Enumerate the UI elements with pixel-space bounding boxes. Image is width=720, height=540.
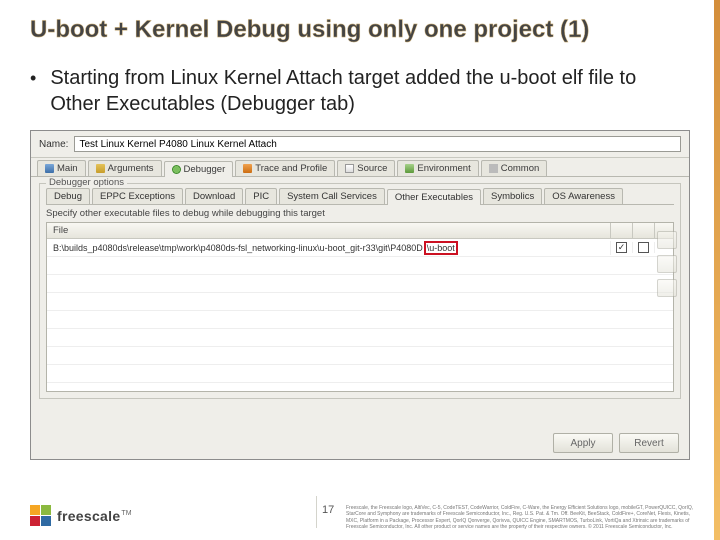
tab-source-label: Source <box>357 163 387 174</box>
tab-arguments-label: Arguments <box>108 163 154 174</box>
table-row <box>47 365 673 383</box>
debugger-options-title: Debugger options <box>46 177 127 188</box>
tab-common[interactable]: Common <box>481 160 548 176</box>
inner-tab-symbolics[interactable]: Symbolics <box>483 188 542 204</box>
executables-grid: File B:\builds_p4080ds\release\tmp\work\… <box>46 222 674 392</box>
tab-common-label: Common <box>501 163 540 174</box>
tab-main[interactable]: Main <box>37 160 86 176</box>
download-checkbox[interactable] <box>638 242 649 253</box>
table-row <box>47 275 673 293</box>
grid-header-col2[interactable] <box>611 223 633 238</box>
tab-environment[interactable]: Environment <box>397 160 478 176</box>
slide-accent-right <box>714 0 720 540</box>
common-icon <box>489 164 498 173</box>
trace-icon <box>243 164 252 173</box>
tab-trace[interactable]: Trace and Profile <box>235 160 335 176</box>
table-row <box>47 383 673 392</box>
arguments-icon <box>96 164 105 173</box>
inner-tab-exceptions[interactable]: EPPC Exceptions <box>92 188 183 204</box>
tab-trace-label: Trace and Profile <box>255 163 327 174</box>
inner-tab-os-awareness[interactable]: OS Awareness <box>544 188 623 204</box>
file-path-text: B:\builds_p4080ds\release\tmp\work\p4080… <box>53 243 423 253</box>
remove-row-button[interactable] <box>657 255 677 273</box>
inner-tab-other-exec[interactable]: Other Executables <box>387 189 481 205</box>
debugger-options-group: Debugger options Debug EPPC Exceptions D… <box>39 183 681 399</box>
tab-main-label: Main <box>57 163 78 174</box>
config-name-input[interactable] <box>74 136 681 152</box>
source-icon <box>345 164 354 173</box>
bug-icon <box>172 165 181 174</box>
page-number: 17 <box>322 504 334 516</box>
instruction-text: Specify other executable files to debug … <box>46 208 674 219</box>
uboot-highlight-text: \u-boot <box>427 243 455 253</box>
bullet-item: • Starting from Linux Kernel Attach targ… <box>30 65 690 117</box>
dialog-buttons: Apply Revert <box>553 433 679 453</box>
inner-tab-debug[interactable]: Debug <box>46 188 90 204</box>
slide-title: U-boot + Kernel Debug using only one pro… <box>30 16 589 44</box>
revert-button[interactable]: Revert <box>619 433 679 453</box>
brand-name: freescale <box>57 508 120 524</box>
brand-logo: freescaleTM <box>30 505 132 526</box>
slide-footer: 17 freescaleTM Freescale, the Freescale … <box>0 478 720 540</box>
table-row <box>47 293 673 311</box>
table-row[interactable]: B:\builds_p4080ds\release\tmp\work\p4080… <box>47 239 673 257</box>
table-row <box>47 311 673 329</box>
add-row-button[interactable] <box>657 231 677 249</box>
inner-tab-download[interactable]: Download <box>185 188 243 204</box>
table-row <box>47 329 673 347</box>
load-symbols-checkbox[interactable]: ✓ <box>616 242 627 253</box>
apply-button[interactable]: Apply <box>553 433 613 453</box>
tab-debugger[interactable]: Debugger <box>164 161 234 177</box>
grid-header: File <box>47 223 673 239</box>
bullet-text: Starting from Linux Kernel Attach target… <box>50 65 690 117</box>
debug-config-dialog: Name: Main Arguments Debugger Trace and … <box>30 130 690 460</box>
file-path-cell: B:\builds_p4080ds\release\tmp\work\p4080… <box>47 241 611 255</box>
inner-tab-pic[interactable]: PIC <box>245 188 277 204</box>
main-tabs: Main Arguments Debugger Trace and Profil… <box>31 158 689 177</box>
debugger-inner-tabs: Debug EPPC Exceptions Download PIC Syste… <box>46 188 674 205</box>
name-row: Name: <box>31 131 689 158</box>
inner-tab-syscall[interactable]: System Call Services <box>279 188 385 204</box>
tab-arguments[interactable]: Arguments <box>88 160 162 176</box>
table-row <box>47 257 673 275</box>
trademark: TM <box>121 510 131 517</box>
page-divider <box>316 496 317 528</box>
edit-row-button[interactable] <box>657 279 677 297</box>
grid-header-col3[interactable] <box>633 223 655 238</box>
tab-source[interactable]: Source <box>337 160 395 176</box>
bullet-dot: • <box>30 65 36 91</box>
tab-debugger-label: Debugger <box>184 164 226 175</box>
logo-chips-icon <box>30 505 51 526</box>
environment-icon <box>405 164 414 173</box>
main-icon <box>45 164 54 173</box>
uboot-highlight: \u-boot <box>424 241 458 255</box>
name-label: Name: <box>39 139 68 150</box>
slide: U-boot + Kernel Debug using only one pro… <box>0 0 720 540</box>
grid-header-file[interactable]: File <box>47 223 611 238</box>
grid-toolbar <box>657 231 679 297</box>
legal-text: Freescale, the Freescale logo, AltiVec, … <box>346 505 694 530</box>
tab-environment-label: Environment <box>417 163 470 174</box>
table-row <box>47 347 673 365</box>
